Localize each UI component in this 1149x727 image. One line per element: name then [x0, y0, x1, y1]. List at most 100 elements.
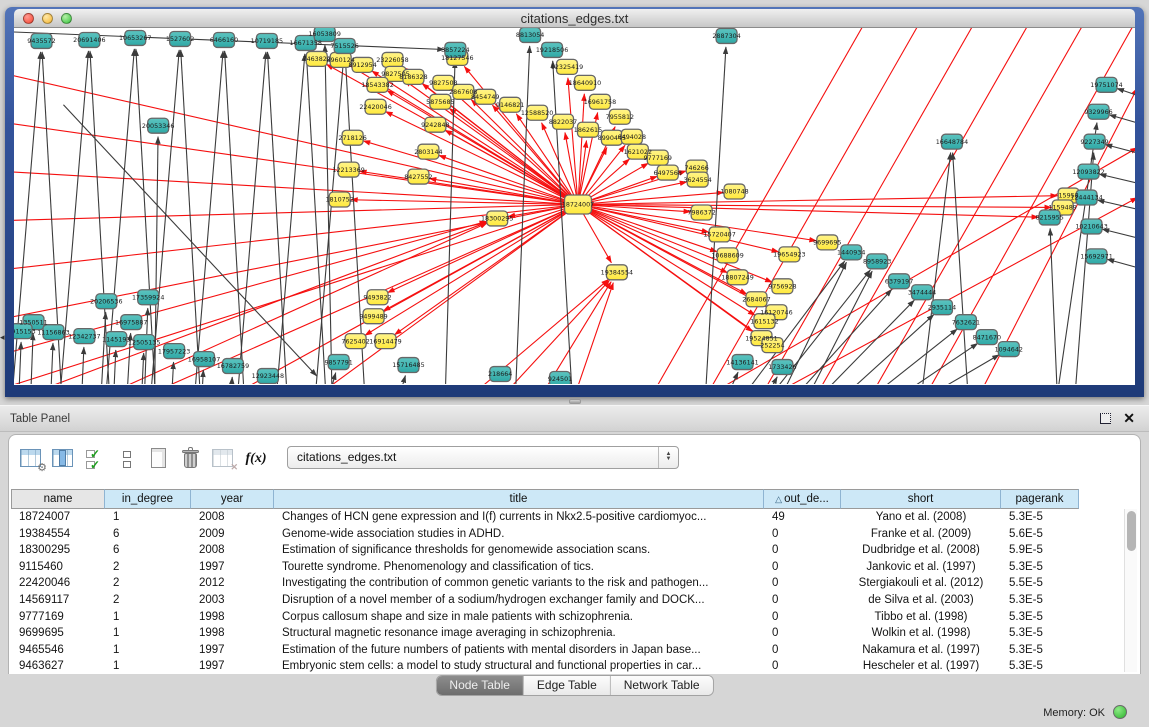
table-scrollbar-thumb[interactable]: [1127, 511, 1136, 551]
float-panel-icon[interactable]: [1100, 413, 1111, 424]
clear-selection-icon[interactable]: [113, 444, 143, 474]
graph-edge[interactable]: [99, 312, 105, 384]
graph-node-label: 16961758: [584, 98, 616, 106]
graph-edge[interactable]: [918, 153, 951, 384]
tab-network-table[interactable]: Network Table: [611, 676, 713, 695]
graph-node-label: 8427552: [404, 173, 432, 181]
graph-edge[interactable]: [365, 205, 578, 336]
graph-node-label: 9435572: [27, 37, 55, 45]
column-header-in_degree[interactable]: in_degree: [105, 489, 191, 509]
graph-edge[interactable]: [1107, 259, 1135, 270]
network-window-titlebar[interactable]: citations_edges.txt: [14, 9, 1135, 28]
column-header-short[interactable]: short: [841, 489, 1001, 509]
graph-edge[interactable]: [391, 376, 406, 384]
graph-edge[interactable]: [14, 58, 578, 205]
graph-node-label: 3857224: [441, 46, 469, 54]
select-all-icon[interactable]: ✓ ✓: [81, 444, 111, 474]
graph-edge[interactable]: [30, 333, 34, 384]
collapse-panel-arrow[interactable]: ◂: [0, 331, 7, 343]
table-cell: 1: [105, 658, 191, 674]
graph-edge[interactable]: [434, 279, 608, 384]
graph-node-label: 3474444: [908, 288, 936, 296]
graph-node-label: 1094642: [995, 345, 1023, 353]
table-cell: 2012: [191, 575, 274, 592]
graph-edge[interactable]: [80, 347, 84, 384]
table-row[interactable]: 977716911998Corpus callosum shape and si…: [11, 609, 1079, 626]
graph-node-label: 19218506: [536, 46, 568, 54]
graph-node-label: 12213369: [332, 166, 364, 174]
table-panel-header: Table Panel ✕: [0, 405, 1149, 432]
graph-edge[interactable]: [1099, 174, 1135, 185]
graph-edge[interactable]: [325, 45, 333, 384]
graph-edge[interactable]: [792, 300, 914, 384]
graph-edge[interactable]: [953, 153, 970, 384]
memory-indicator[interactable]: [1113, 705, 1127, 719]
graph-node-label: 6466160: [210, 36, 238, 44]
panel-splitter[interactable]: [569, 399, 581, 404]
close-panel-icon[interactable]: ✕: [1123, 410, 1135, 427]
table-row[interactable]: 1456911722003Disruption of a novel membe…: [11, 592, 1079, 609]
column-visibility-icon[interactable]: [49, 444, 79, 474]
graph-node-label: 10688609: [711, 252, 743, 260]
graph-edge[interactable]: [519, 282, 611, 384]
column-header-title[interactable]: title: [274, 489, 764, 509]
zoom-window-icon[interactable]: [61, 13, 72, 24]
graph-node-label: 12505135: [128, 338, 160, 346]
table-settings-icon[interactable]: ⚙: [17, 444, 47, 474]
graph-edge[interactable]: [1102, 229, 1135, 240]
new-column-icon[interactable]: [145, 444, 175, 474]
graph-edge[interactable]: [200, 370, 203, 384]
column-header-name[interactable]: name: [11, 489, 105, 509]
graph-node-label: 18300295: [481, 215, 513, 223]
minimize-window-icon[interactable]: [42, 13, 53, 24]
graph-node-label: 10653267: [119, 34, 151, 42]
table-cell: 2: [105, 592, 191, 609]
graph-edge[interactable]: [49, 343, 53, 384]
table-row[interactable]: 1830029562008Estimation of significance …: [11, 542, 1079, 559]
graph-node-label: 252254: [760, 341, 784, 349]
table-select-dropdown[interactable]: citations_edges.txt ▲▼: [287, 446, 679, 469]
column-header-out_de[interactable]: △out_de...: [764, 489, 841, 509]
graph-edge[interactable]: [112, 350, 115, 384]
delete-column-icon[interactable]: [177, 444, 207, 474]
table-scrollbar[interactable]: [1124, 509, 1137, 672]
table-row[interactable]: 969969511998Structural magnetic resonanc…: [11, 625, 1079, 642]
tab-node-table[interactable]: Node Table: [436, 676, 524, 695]
table-row[interactable]: 946554611997Estimation of the future num…: [11, 642, 1079, 659]
tab-edge-table[interactable]: Edge Table: [524, 676, 611, 695]
network-window-title: citations_edges.txt: [521, 11, 629, 26]
close-window-icon[interactable]: [23, 13, 34, 24]
graph-edge[interactable]: [18, 342, 22, 384]
graph-node-label: 1080748: [720, 188, 748, 196]
graph-edge[interactable]: [564, 283, 613, 384]
graph-edge[interactable]: [836, 329, 957, 384]
table-row[interactable]: 1872400712008Changes of HCN gene express…: [11, 509, 1079, 526]
table-cell: 19384554: [11, 526, 105, 543]
table-row[interactable]: 911546021997Tourette syndrome. Phenomeno…: [11, 559, 1079, 576]
graph-edge[interactable]: [1109, 115, 1135, 126]
graph-node-label: 7625402: [341, 337, 369, 345]
function-builder-icon[interactable]: f(x): [241, 444, 271, 474]
network-view[interactable]: 1872400718300295193845542242004689129542…: [14, 28, 1135, 385]
graph-node-label: 18807249: [721, 273, 753, 281]
graph-node-label: 19751074: [1090, 81, 1122, 89]
graph-edge[interactable]: [229, 377, 232, 384]
graph-node-label: 9227349: [1080, 138, 1108, 146]
graph-node-label: 6379197: [885, 277, 913, 285]
graph-edge[interactable]: [1105, 144, 1135, 155]
table-cell: 5.3E-5: [1001, 609, 1079, 626]
table-cell: 1: [105, 625, 191, 642]
table-row[interactable]: 2242004622012Investigating the contribut…: [11, 575, 1079, 592]
table-row[interactable]: 946362711997Embryonic stem cells: a mode…: [11, 658, 1079, 674]
graph-node-label: 6497568: [654, 169, 682, 177]
column-header-pagerank[interactable]: pagerank: [1001, 489, 1079, 509]
graph-edge[interactable]: [714, 372, 738, 384]
graph-edge[interactable]: [1050, 228, 1059, 384]
graph-node-label: 8822037: [549, 118, 577, 126]
delete-table-icon[interactable]: ✕: [209, 444, 239, 474]
graph-edge[interactable]: [321, 373, 336, 384]
column-header-year[interactable]: year: [191, 489, 274, 509]
graph-edge[interactable]: [306, 54, 327, 384]
graph-node-label: 10719185: [251, 37, 283, 45]
table-row[interactable]: 1938455462009Genome-wide association stu…: [11, 526, 1079, 543]
